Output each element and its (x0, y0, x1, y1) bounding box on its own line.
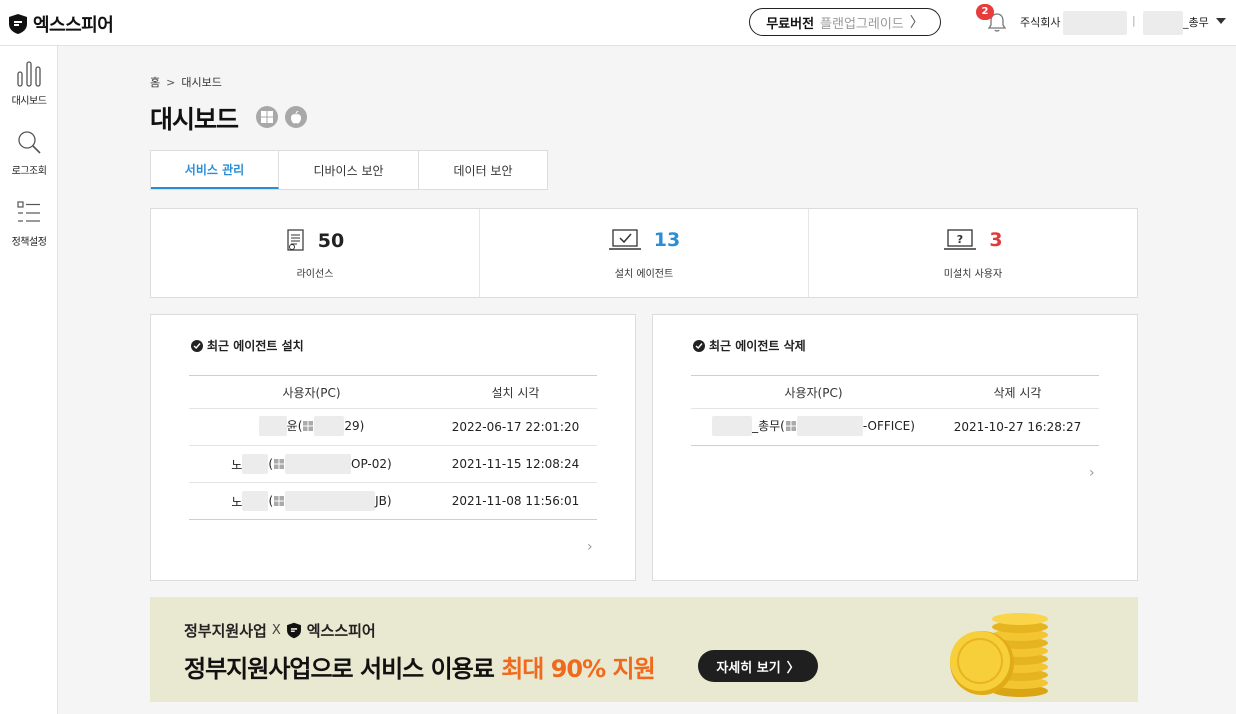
coins-icon (950, 613, 1048, 697)
header-separator: | (1132, 14, 1136, 27)
stat-label: 라이선스 (296, 269, 334, 280)
recent-install-table: 사용자(PC) 설치 시각 윤(29) 2022-06-17 22:01:20 … (189, 375, 597, 520)
stat-uninstalled-user[interactable]: ? 3 미설치 사용자 (809, 209, 1137, 297)
stat-license[interactable]: 50 라이선스 (151, 209, 480, 297)
government-support-banner[interactable]: 정부지원사업 X 엑스스피어 정부지원사업으로 서비스 이용료 최대 90% 지… (150, 597, 1138, 702)
shield-logo-icon (286, 622, 301, 639)
chevron-right-icon[interactable]: › (587, 539, 593, 555)
stat-value: 3 (989, 229, 1003, 251)
recent-install-panel: 최근 에이전트 설치 사용자(PC) 설치 시각 윤(29) 2022-06-1… (150, 314, 636, 581)
windows-icon (274, 496, 285, 506)
bar-chart-icon (17, 61, 41, 87)
tab-service-management[interactable]: 서비스 관리 (151, 151, 279, 189)
redacted-user (1143, 11, 1183, 35)
install-time: 2021-11-15 12:08:24 (434, 445, 597, 483)
breadcrumb-current: 대시보드 (181, 76, 222, 89)
plan-upgrade-label: 플랜업그레이드 (820, 16, 904, 32)
upgrade-plan-button[interactable]: 무료버전 플랜업그레이드 〉 (749, 8, 941, 36)
shield-logo-icon (9, 14, 27, 34)
column-header-time: 삭제 시각 (936, 375, 1099, 409)
chevron-right-icon: 〉 (909, 15, 924, 31)
sidebar: 대시보드 로그조회 정책설정 (0, 46, 58, 714)
column-header-user: 사용자(PC) (691, 375, 936, 409)
top-header: 엑스스피어 무료버전 플랜업그레이드 〉 2 주식회사 | _총무 (0, 0, 1236, 46)
stat-value: 50 (317, 230, 345, 252)
apple-icon[interactable] (285, 106, 307, 128)
windows-icon (785, 420, 796, 431)
sidebar-item-label: 로그조회 (11, 166, 47, 177)
laptop-question-icon: ? (944, 229, 977, 250)
banner-top-line: 정부지원사업 X 엑스스피어 (184, 622, 376, 640)
panel-title: 최근 에이전트 설치 (191, 337, 304, 354)
windows-icon (303, 420, 314, 431)
stat-value: 13 (653, 229, 681, 251)
redacted-company (1063, 11, 1127, 35)
tab-device-security[interactable]: 디바이스 보안 (279, 151, 419, 189)
license-document-icon (287, 229, 304, 251)
user-name[interactable]: _총무 (1183, 14, 1209, 30)
tab-data-security[interactable]: 데이터 보안 (419, 151, 547, 189)
column-header-user: 사용자(PC) (189, 375, 434, 409)
check-circle-icon (693, 339, 705, 352)
delete-time: 2021-10-27 16:28:27 (936, 408, 1099, 446)
recent-delete-panel: 최근 에이전트 삭제 사용자(PC) 삭제 시각 _총무(-OFFICE) 20… (652, 314, 1138, 581)
table-row[interactable]: 노(OP-02) 2021-11-15 12:08:24 (189, 445, 597, 483)
install-time: 2022-06-17 22:01:20 (434, 408, 597, 446)
search-icon (18, 131, 41, 154)
company-name: 주식회사 (1020, 16, 1061, 29)
windows-icon (274, 459, 285, 469)
stat-label: 설치 에이전트 (614, 269, 674, 280)
stat-installed-agent[interactable]: 13 설치 에이전트 (480, 209, 809, 297)
sidebar-item-label: 정책설정 (11, 237, 47, 248)
chevron-right-icon[interactable]: › (1089, 465, 1095, 481)
notification-badge: 2 (976, 4, 994, 20)
banner-headline: 정부지원사업으로 서비스 이용료 최대 90% 지원 (184, 655, 656, 683)
windows-icon[interactable] (256, 106, 278, 128)
free-version-label: 무료버전 (766, 16, 815, 32)
sidebar-item-policy[interactable]: 정책설정 (0, 199, 58, 248)
summary-stats: 50 라이선스 13 설치 에이전트 ? 3 미설치 사용자 (150, 208, 1138, 298)
chevron-right-icon: 〉 (786, 660, 800, 676)
view-details-button[interactable]: 자세히 보기 〉 (698, 650, 818, 682)
check-circle-icon (191, 339, 203, 352)
logo-text: 엑스스피어 (33, 15, 114, 36)
table-row[interactable]: 윤(29) 2022-06-17 22:01:20 (189, 408, 597, 446)
breadcrumb-separator: > (166, 76, 176, 89)
sidebar-item-label: 대시보드 (11, 96, 47, 107)
stat-label: 미설치 사용자 (943, 269, 1003, 280)
dashboard-tabs: 서비스 관리 디바이스 보안 데이터 보안 (150, 150, 548, 190)
recent-delete-table: 사용자(PC) 삭제 시각 _총무(-OFFICE) 2021-10-27 16… (691, 375, 1099, 446)
main-content: 홈 > 대시보드 대시보드 서비스 관리 디바이스 보안 데이터 보안 50 라이선… (59, 46, 1236, 714)
column-header-time: 설치 시각 (434, 375, 597, 409)
table-row[interactable]: 노(JB) 2021-11-08 11:56:01 (189, 482, 597, 520)
page-title: 대시보드 (150, 105, 239, 134)
sidebar-item-dashboard[interactable]: 대시보드 (0, 58, 58, 107)
breadcrumb: 홈 > 대시보드 (150, 74, 222, 90)
caret-down-icon[interactable] (1216, 18, 1226, 24)
laptop-check-icon (608, 229, 641, 250)
panel-title: 최근 에이전트 삭제 (693, 337, 806, 354)
breadcrumb-home[interactable]: 홈 (150, 76, 160, 89)
install-time: 2021-11-08 11:56:01 (434, 482, 597, 520)
logo[interactable]: 엑스스피어 (8, 11, 114, 37)
svg-text:?: ? (957, 233, 963, 246)
table-row[interactable]: _총무(-OFFICE) 2021-10-27 16:28:27 (691, 408, 1099, 446)
list-settings-icon (17, 201, 40, 222)
sidebar-item-log[interactable]: 로그조회 (0, 128, 58, 177)
